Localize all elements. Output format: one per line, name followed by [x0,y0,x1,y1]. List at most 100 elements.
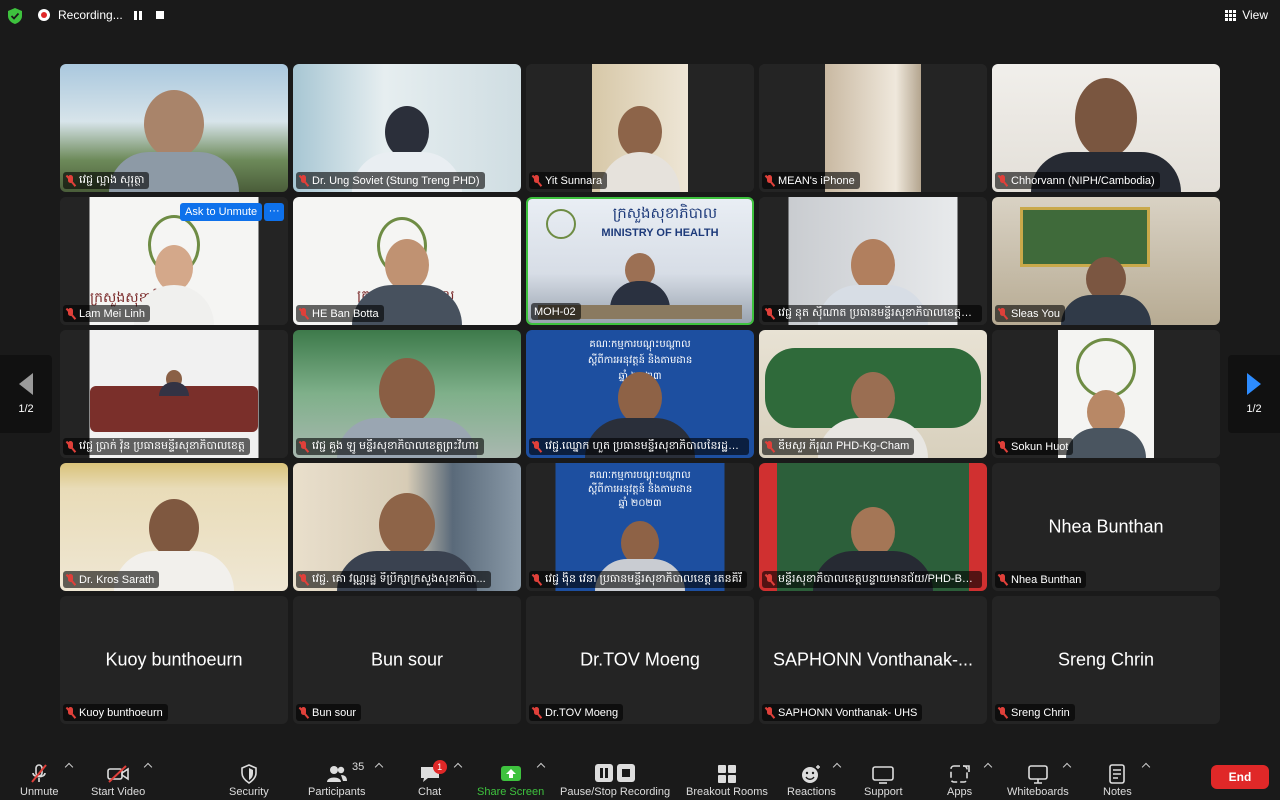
security-button[interactable]: Security [229,758,269,798]
video-tile[interactable]: ក្រសួងសុខាភិបាល HE Ban Botta [293,197,521,325]
chat-unread-badge: 1 [432,760,447,774]
unmute-button[interactable]: Unmute [20,758,59,798]
video-tile[interactable]: Sleas You [992,197,1220,325]
stop-icon [155,11,164,19]
breakout-rooms-button[interactable]: Breakout Rooms [686,758,768,798]
participant-label: វេជ្ជ ប្រាក់ វ៉ុន ប្រធានមន្ទីរសុខាភិបាលខ… [63,438,250,455]
shield-check-icon[interactable] [8,8,22,24]
banner-line-2: ស្តីពីការអនុវត្តន៍ និងតាមដាន [587,355,693,366]
video-tile[interactable]: វេជ្ជ នុត សុីណាត ប្រធានមន្ទីរសុខាភិបាលខេ… [759,197,987,325]
video-tile[interactable]: វេជ្ជ ប្រាក់ វ៉ុន ប្រធានមន្ទីរសុខាភិបាលខ… [60,330,288,458]
notes-label: Notes [1103,786,1132,798]
participants-count: 35 [352,761,365,773]
participant-label: MOH-02 [531,303,581,320]
video-tile[interactable]: វេជ្ជ ល្អាង សុរុត្ថា [60,64,288,192]
mic-muted-icon [765,174,774,187]
notes-options-caret[interactable] [1141,762,1151,772]
next-page-button[interactable]: 1/2 [1228,355,1280,433]
mic-muted-icon [299,307,308,320]
video-tile[interactable]: គណៈកម្មការបណ្តុះបណ្តាល ស្តីពីការអនុវត្តន… [526,330,754,458]
mic-muted-icon [532,174,541,187]
video-tile[interactable]: វេជ្ជ គួង ឡូ មន្ទីរសុខាភិបាលខេត្តព្រះវិហ… [293,330,521,458]
video-tile-no-video[interactable]: Nhea Bunthan Nhea Bunthan [992,463,1220,591]
mic-muted-icon [765,440,774,453]
share-screen-button[interactable]: Share Screen [477,758,544,798]
mic-muted-icon [532,440,541,453]
video-tile-no-video[interactable]: Bun sour Bun sour [293,596,521,724]
chat-button[interactable]: 1 Chat [418,758,447,798]
stop-icon [617,764,636,782]
video-tile[interactable]: Yit Sunnara [526,64,754,192]
top-bar: Recording... View [0,0,1280,30]
video-tile-active-speaker[interactable]: ក្រសួងសុខាភិបាល MINISTRY OF HEALTH MOH-0… [526,197,754,325]
video-tile[interactable]: វេជ្ជ. គោ វណ្ណរដ្ឋ ទីប្រឹក្សាក្រសួងសុខាភ… [293,463,521,591]
support-button[interactable]: Support [864,758,903,798]
participant-label: MEAN's iPhone [762,172,860,189]
video-tile-no-video[interactable]: Dr.TOV Moeng Dr.TOV Moeng [526,596,754,724]
video-tile[interactable]: Sokun Huot [992,330,1220,458]
support-icon [872,766,895,784]
video-tile-no-video[interactable]: Sreng Chrin Sreng Chrin [992,596,1220,724]
whiteboards-button[interactable]: Whiteboards [1007,758,1069,798]
notes-button[interactable]: Notes [1103,758,1132,798]
video-tile[interactable]: ឌឹមសួរ ភីរុណ PHD-Kg-Cham [759,330,987,458]
more-options-button[interactable]: ··· [264,203,285,221]
mic-muted-icon [299,706,308,719]
participant-display-name: Dr.TOV Moeng [580,649,700,670]
breakout-rooms-icon [717,765,736,783]
pause-icon [133,10,142,20]
participants-icon [326,766,347,782]
video-tile[interactable]: MEAN's iPhone [759,64,987,192]
moh-emblem [1076,338,1136,398]
view-label: View [1242,8,1268,22]
pause-stop-recording-button[interactable]: Pause/Stop Recording [560,758,670,798]
recording-label: Recording... [58,8,123,22]
participant-label: Sreng Chrin [995,704,1075,721]
mic-muted-icon [765,706,774,719]
video-tile[interactable]: Dr. Kros Sarath [60,463,288,591]
participant-label: វេជ្ជ.ឈ្នោក ហួត ប្រធានមន្ទីរសុខាភិបាលនៃរ… [529,438,749,455]
apps-options-caret[interactable] [983,762,993,772]
apps-icon [949,765,970,783]
mic-muted-icon [998,706,1007,719]
participant-label: Nhea Bunthan [995,571,1087,588]
shield-icon [241,764,257,784]
participant-label: Yit Sunnara [529,172,608,189]
video-tile[interactable]: Dr. Ung Soviet (Stung Treng PHD) [293,64,521,192]
whiteboard-icon [1028,765,1048,784]
participant-label: វេជ្ជ ង៉ិន វេនា ប្រធានមន្ទីរសុខាភិបាលខេត… [529,571,748,588]
end-meeting-button[interactable]: End [1211,765,1269,789]
meeting-toolbar: Unmute Start Video Security 35 Participa… [0,752,1280,800]
pause-recording-button[interactable] [131,8,145,22]
unmute-options-caret[interactable] [64,762,74,772]
video-tile[interactable]: គណៈកម្មការបណ្តុះបណ្តាល ស្តីពីការអនុវត្តន… [526,463,754,591]
reactions-label: Reactions [787,786,836,798]
video-tile-no-video[interactable]: Kuoy bunthoeurn Kuoy bunthoeurn [60,596,288,724]
chat-options-caret[interactable] [453,762,463,772]
page-indicator-left: 1/2 [18,403,34,415]
banner-line-1: គណៈកម្មការបណ្តុះបណ្តាល [589,339,691,350]
participant-label: វេជ្ជ នុត សុីណាត ប្រធានមន្ទីរសុខាភិបាលខេ… [762,305,982,322]
stop-recording-button[interactable] [153,8,167,22]
reactions-button[interactable]: Reactions [787,758,836,798]
participants-button[interactable]: 35 Participants [308,758,365,798]
background-text-khmer: ក្រសួងសុខាភិបាល [612,205,718,222]
mic-muted-icon [31,764,48,783]
pause-icon [595,764,614,782]
video-tile[interactable]: ក្រសួងសុខាភិបាល Ask to Unmute ··· Lam Me… [60,197,288,325]
start-video-button[interactable]: Start Video [91,758,145,798]
notes-icon [1109,764,1126,784]
view-button[interactable]: View [1225,8,1268,22]
ask-to-unmute-button[interactable]: Ask to Unmute [180,203,263,221]
participants-options-caret[interactable] [374,762,384,772]
video-tile[interactable]: មន្ទីរសុខាភិបាលខេត្តបន្ទាយមានជ័យ/PHD-BMC [759,463,987,591]
video-off-icon [107,765,129,783]
participant-label: Kuoy bunthoeurn [63,704,168,721]
apps-button[interactable]: Apps [947,758,972,798]
mic-muted-icon [765,307,774,320]
previous-page-button[interactable]: 1/2 [0,355,52,433]
video-tile[interactable]: Chhorvann (NIPH/Cambodia) [992,64,1220,192]
video-tile-no-video[interactable]: SAPHONN Vonthanak-... SAPHONN Vonthanak-… [759,596,987,724]
record-dot-icon [38,9,50,21]
participant-display-name: Nhea Bunthan [1048,516,1164,537]
